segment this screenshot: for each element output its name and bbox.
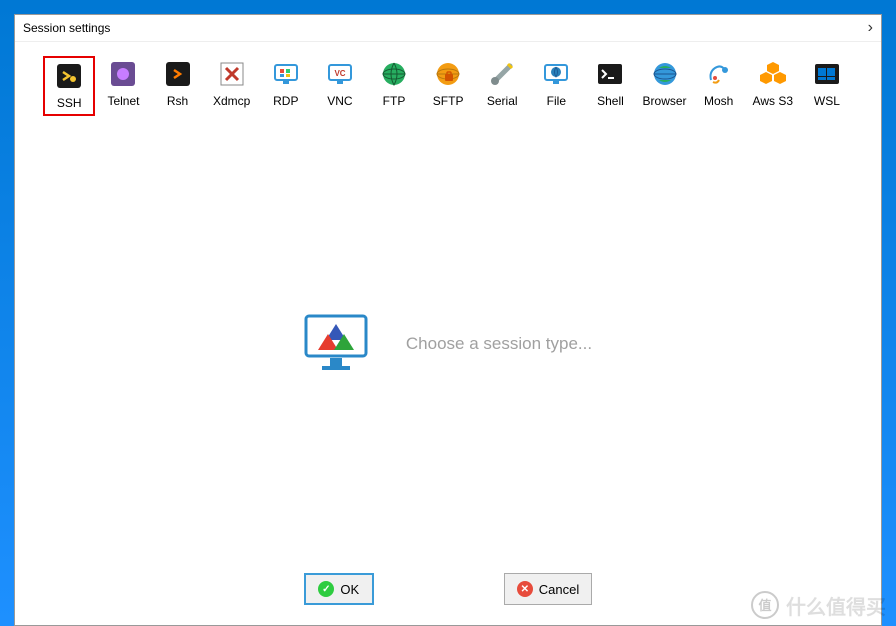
check-icon: ✓	[318, 581, 334, 597]
session-label: Rsh	[167, 94, 188, 108]
mosh-icon	[705, 60, 733, 88]
session-type-xdmcp[interactable]: Xdmcp	[206, 56, 258, 116]
session-label: Shell	[597, 94, 624, 108]
aws-icon	[759, 60, 787, 88]
cancel-button[interactable]: ✕ Cancel	[504, 573, 592, 605]
session-type-mosh[interactable]: Mosh	[693, 56, 745, 116]
session-label: File	[547, 94, 566, 108]
session-type-ftp[interactable]: FTP	[368, 56, 420, 116]
button-bar: ✓ OK ✕ Cancel	[15, 557, 881, 625]
wsl-icon	[813, 60, 841, 88]
center-area: Choose a session type...	[15, 130, 881, 557]
session-type-vnc[interactable]: VC VNC	[314, 56, 366, 116]
shell-icon	[596, 60, 624, 88]
session-type-shell[interactable]: Shell	[584, 56, 636, 116]
session-type-browser[interactable]: Browser	[639, 56, 691, 116]
cancel-label: Cancel	[539, 582, 579, 597]
rsh-icon	[164, 60, 192, 88]
xdmcp-icon	[218, 60, 246, 88]
ftp-icon	[380, 60, 408, 88]
session-label: VNC	[327, 94, 352, 108]
session-type-aws[interactable]: Aws S3	[747, 56, 799, 116]
session-label: FTP	[383, 94, 406, 108]
session-label: SSH	[57, 96, 82, 110]
monitor-icon	[304, 314, 368, 374]
ok-label: OK	[340, 582, 359, 597]
session-label: SFTP	[433, 94, 464, 108]
session-type-rsh[interactable]: Rsh	[152, 56, 204, 116]
prompt-text: Choose a session type...	[406, 334, 592, 354]
session-type-wsl[interactable]: WSL	[801, 56, 853, 116]
session-label: Telnet	[107, 94, 139, 108]
vnc-icon: VC	[326, 60, 354, 88]
sftp-icon	[434, 60, 462, 88]
svg-text:VC: VC	[334, 69, 345, 78]
session-type-telnet[interactable]: Telnet	[97, 56, 149, 116]
session-type-row: SSH Telnet Rsh Xdmcp RDP VC VNC FTP SFTP Serial Fi…	[15, 42, 881, 130]
serial-icon	[488, 60, 516, 88]
session-type-file[interactable]: File	[530, 56, 582, 116]
session-label: RDP	[273, 94, 298, 108]
expand-icon[interactable]: ›	[868, 19, 873, 37]
telnet-icon	[109, 60, 137, 88]
session-type-sftp[interactable]: SFTP	[422, 56, 474, 116]
dialog-title: Session settings	[23, 21, 110, 35]
cross-icon: ✕	[517, 581, 533, 597]
browser-icon	[651, 60, 679, 88]
session-type-ssh[interactable]: SSH	[43, 56, 95, 116]
rdp-icon	[272, 60, 300, 88]
session-label: Serial	[487, 94, 518, 108]
title-bar: Session settings ›	[15, 15, 881, 42]
ok-button[interactable]: ✓ OK	[304, 573, 374, 605]
session-type-serial[interactable]: Serial	[476, 56, 528, 116]
session-label: WSL	[814, 94, 840, 108]
session-settings-dialog: Session settings › SSH Telnet Rsh Xdmcp RDP V…	[14, 14, 882, 626]
session-label: Xdmcp	[213, 94, 250, 108]
session-label: Aws S3	[753, 94, 793, 108]
file-icon	[542, 60, 570, 88]
ssh-icon	[55, 62, 83, 90]
session-type-rdp[interactable]: RDP	[260, 56, 312, 116]
session-label: Mosh	[704, 94, 733, 108]
session-label: Browser	[643, 94, 687, 108]
